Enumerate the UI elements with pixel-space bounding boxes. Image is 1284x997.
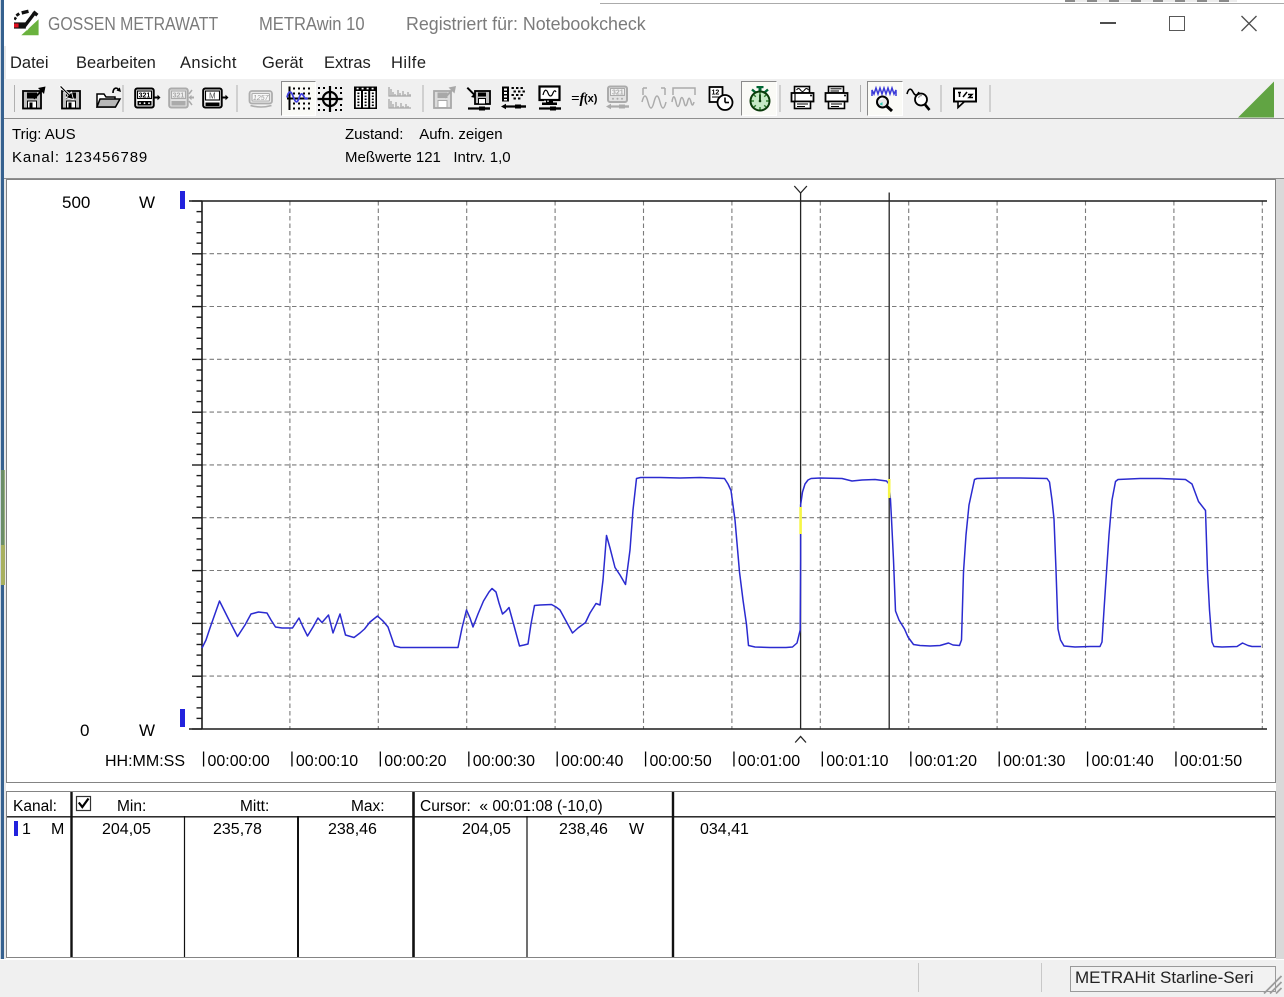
svg-text:321: 321 — [612, 90, 624, 97]
svg-text:M: M — [209, 92, 216, 101]
svg-text:12: 12 — [712, 90, 720, 97]
svg-text:1257: 1257 — [253, 95, 270, 102]
svg-text:(x): (x) — [584, 93, 598, 105]
svg-text:321: 321 — [173, 92, 185, 99]
svg-text:321: 321 — [139, 92, 151, 99]
